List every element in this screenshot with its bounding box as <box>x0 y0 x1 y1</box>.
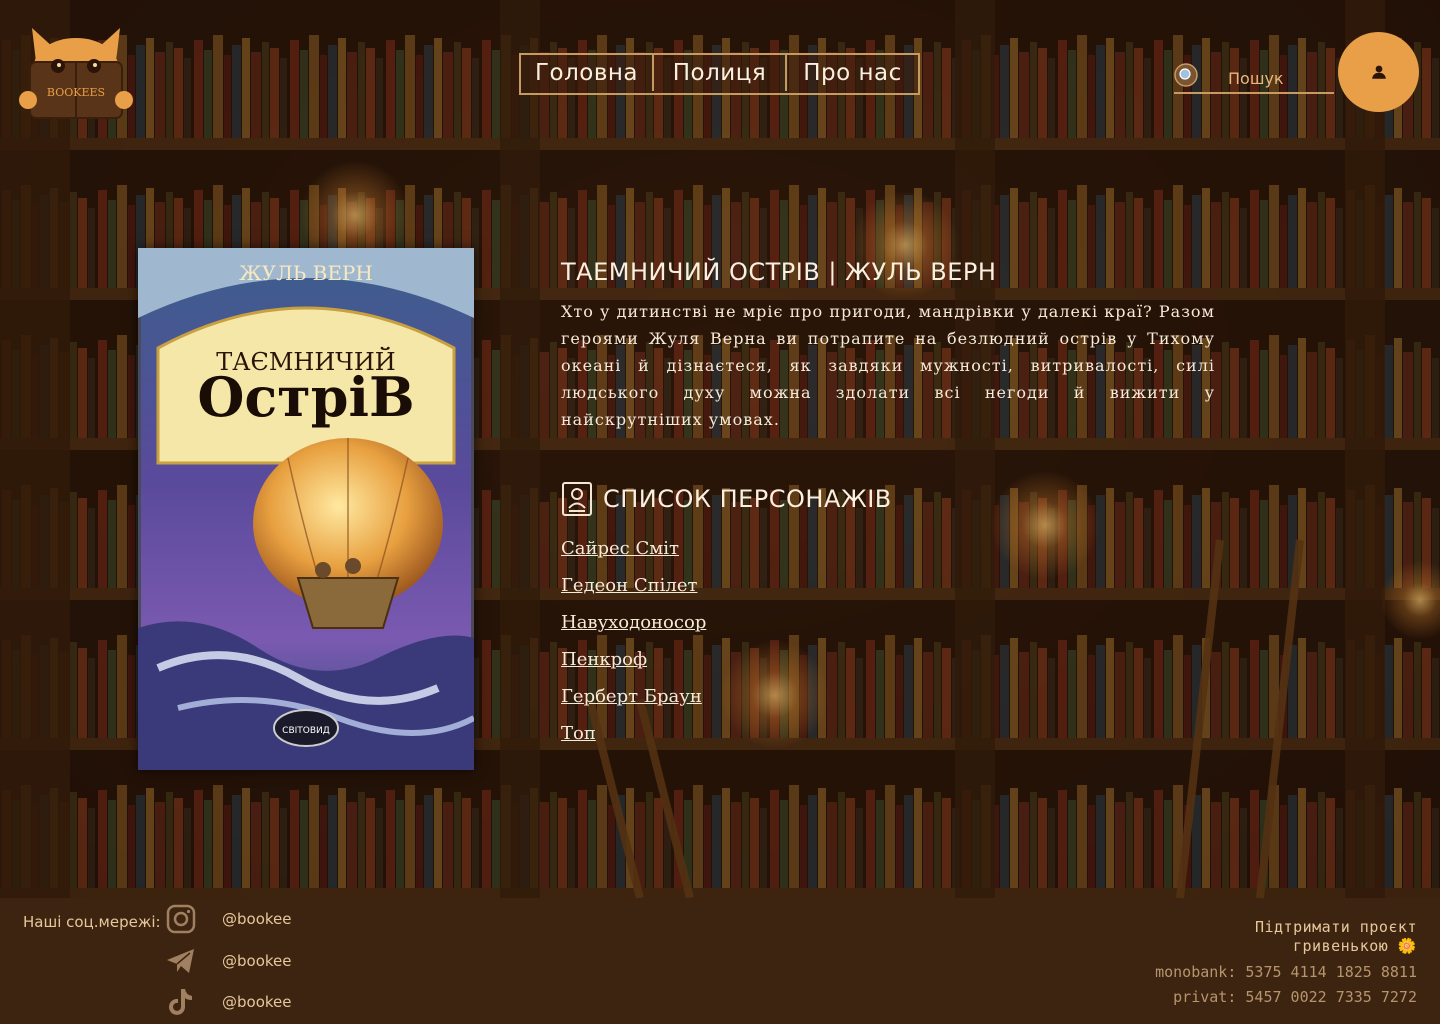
social-handle[interactable]: @bookee <box>222 952 292 970</box>
cover-author: ЖУЛЬ ВЕРН <box>239 261 373 285</box>
social-label: Наші соц.мережі: <box>23 913 161 931</box>
cover-publisher: СВІТОВИД <box>282 726 330 736</box>
book-description: Хто у дитинстві не мріє про пригоди, ман… <box>561 302 1215 429</box>
list-item: Навуходоносор <box>561 612 706 649</box>
support-title: Підтримати проєкт <box>1254 918 1417 936</box>
user-icon <box>1371 65 1386 79</box>
support-subtitle: гривенькою 🌼 <box>1292 937 1417 955</box>
character-card-icon <box>562 482 592 516</box>
nav-about[interactable]: Про нас <box>785 55 918 91</box>
character-link[interactable]: Пенкроф <box>561 649 647 670</box>
social-handle[interactable]: @bookee <box>222 910 292 928</box>
support-block: Підтримати проєкт гривенькою 🌼 monobank:… <box>1155 918 1417 1010</box>
character-link[interactable]: Гедеон Спілет <box>561 575 697 596</box>
nav-shelf[interactable]: Полиця <box>652 55 785 91</box>
list-item: Пенкроф <box>561 649 706 686</box>
search-bar <box>1174 62 1353 94</box>
character-link[interactable]: Герберт Браун <box>561 686 702 707</box>
telegram-icon <box>164 945 198 977</box>
social-telegram[interactable]: @bookee <box>164 945 292 977</box>
list-item: Топ <box>561 723 706 760</box>
characters-header: СПИСОК ПЕРСОНАЖІВ <box>561 481 892 517</box>
tiktok-icon <box>164 986 198 1018</box>
search-input[interactable] <box>1204 66 1353 90</box>
main-nav: Головна Полиця Про нас <box>519 53 920 95</box>
character-list: Сайрес Сміт Гедеон Спілет Навуходоносор … <box>561 538 706 760</box>
monobank-account: monobank: 5375 4114 1825 8811 <box>1155 963 1417 981</box>
book-title: ТАЕМНИЧИЙ ОСТРІВ | ЖУЛЬ ВЕРН <box>561 258 997 286</box>
bookees-logo[interactable]: BOOKEES <box>18 22 134 122</box>
privat-account: privat: 5457 0022 7335 7272 <box>1173 988 1417 1006</box>
list-item: Герберт Браун <box>561 686 706 723</box>
character-link[interactable]: Сайрес Сміт <box>561 538 679 559</box>
list-item: Гедеон Спілет <box>561 575 706 612</box>
logo-text: BOOKEES <box>47 86 105 99</box>
profile-button[interactable] <box>1338 32 1419 112</box>
character-link[interactable]: Топ <box>561 723 596 744</box>
characters-title: СПИСОК ПЕРСОНАЖІВ <box>603 485 892 513</box>
instagram-icon <box>164 903 198 935</box>
social-handle[interactable]: @bookee <box>222 993 292 1011</box>
social-tiktok[interactable]: @bookee <box>164 986 292 1018</box>
search-icon[interactable] <box>1174 63 1198 87</box>
character-link[interactable]: Навуходоносор <box>561 612 706 633</box>
cover-title-bottom: ОстріВ <box>197 365 414 429</box>
book-cover: ЖУЛЬ ВЕРН ТАЄМНИЧИЙ ОстріВ СВІТОВИД <box>135 245 477 773</box>
list-item: Сайрес Сміт <box>561 538 706 575</box>
nav-home[interactable]: Головна <box>521 55 652 91</box>
social-instagram[interactable]: @bookee <box>164 903 292 935</box>
